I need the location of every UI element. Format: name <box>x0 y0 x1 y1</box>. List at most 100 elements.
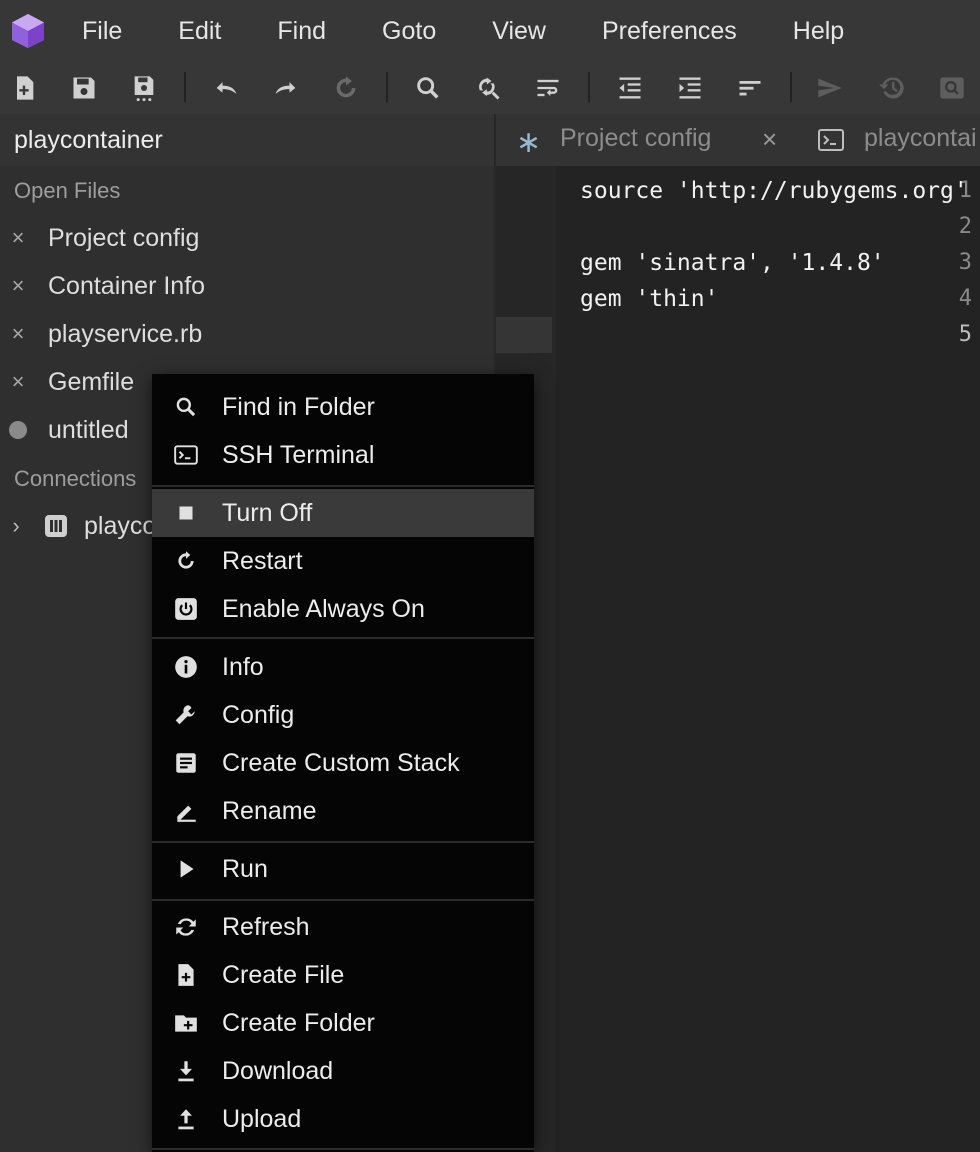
line-number: 4 <box>958 286 972 311</box>
history-icon[interactable] <box>876 72 908 104</box>
menu-separator <box>152 485 534 487</box>
play-icon <box>172 855 200 883</box>
menu-goto[interactable]: Goto <box>354 0 464 62</box>
project-header: playcontainer <box>0 114 494 166</box>
context-menu: Find in Folder SSH Terminal Turn Off Res… <box>152 374 534 1152</box>
toolbar-separator <box>588 72 590 102</box>
menu-find[interactable]: Find <box>249 0 354 62</box>
list-icon <box>172 749 200 777</box>
app-logo-icon <box>12 14 44 48</box>
tab-bar: ∗ Project config × playcontai <box>494 114 980 166</box>
undo-icon[interactable] <box>210 72 242 104</box>
open-file-label: Project config <box>48 223 200 252</box>
stop-icon <box>172 499 200 527</box>
menu-edit[interactable]: Edit <box>150 0 249 62</box>
redo-icon[interactable] <box>270 72 302 104</box>
menu-item-label: Rename <box>222 796 317 825</box>
menu-item-label: Turn Off <box>222 498 313 527</box>
menu-ssh-terminal[interactable]: SSH Terminal <box>152 431 534 479</box>
menu-rename[interactable]: Rename <box>152 787 534 835</box>
open-file-item[interactable]: × Project config <box>0 214 494 262</box>
sort-icon[interactable] <box>734 72 766 104</box>
save-icon[interactable] <box>68 72 100 104</box>
tab-project-config[interactable]: Project config <box>560 124 711 153</box>
menu-create-file[interactable]: Create File <box>152 951 534 999</box>
container-icon <box>45 515 67 537</box>
search-icon <box>172 393 200 421</box>
connection-label: playco <box>84 511 157 540</box>
info-icon <box>172 653 200 681</box>
toolbar-separator <box>790 72 792 102</box>
chevron-right-icon[interactable]: › <box>0 513 32 539</box>
wrap-icon[interactable] <box>532 72 564 104</box>
menu-create-custom-stack[interactable]: Create Custom Stack <box>152 739 534 787</box>
connection-item[interactable]: › playco <box>0 502 156 550</box>
menu-separator <box>152 637 534 639</box>
code-line[interactable]: source 'http://rubygems.org' <box>580 178 968 204</box>
search-icon[interactable] <box>412 72 444 104</box>
code-line[interactable]: gem 'sinatra', '1.4.8' <box>580 250 885 276</box>
menu-refresh[interactable]: Refresh <box>152 903 534 951</box>
menu-item-label: Enable Always On <box>222 594 425 623</box>
file-add-icon <box>172 961 200 989</box>
tab-playcontainer[interactable]: playcontai <box>864 124 977 153</box>
menu-upload[interactable]: Upload <box>152 1095 534 1143</box>
restart-icon <box>172 547 200 575</box>
code-editor[interactable]: 1 2 3 4 5 source 'http://rubygems.org' g… <box>496 166 980 1152</box>
close-icon[interactable]: × <box>0 273 36 299</box>
close-icon[interactable]: × <box>0 321 36 347</box>
modified-dot-icon <box>9 421 27 439</box>
open-file-label: Container Info <box>48 271 206 300</box>
indent-icon[interactable] <box>674 72 706 104</box>
menu-find-in-folder[interactable]: Find in Folder <box>152 383 534 431</box>
wrench-icon <box>172 701 200 729</box>
line-number: 2 <box>958 214 972 239</box>
terminal-icon <box>818 129 844 151</box>
close-icon[interactable]: × <box>0 369 36 395</box>
menu-enable-always-on[interactable]: Enable Always On <box>152 585 534 633</box>
close-icon[interactable]: × <box>0 225 36 251</box>
menu-info[interactable]: Info <box>152 643 534 691</box>
preview-icon[interactable] <box>936 72 968 104</box>
menu-help[interactable]: Help <box>765 0 872 62</box>
menu-separator <box>152 899 534 901</box>
menu-view[interactable]: View <box>464 0 574 62</box>
menu-item-label: Find in Folder <box>222 392 375 421</box>
replace-icon[interactable] <box>472 72 504 104</box>
terminal-icon <box>172 441 200 469</box>
menu-turn-off[interactable]: Turn Off <box>152 489 534 537</box>
asterisk-icon: ∗ <box>516 126 542 159</box>
menu-restart[interactable]: Restart <box>152 537 534 585</box>
open-file-item[interactable]: × Container Info <box>0 262 494 310</box>
reload-icon[interactable] <box>330 72 362 104</box>
toolbar <box>0 62 980 114</box>
line-number: 5 <box>958 322 972 347</box>
menu-bar: File Edit Find Goto View Preferences Hel… <box>0 0 980 62</box>
open-file-label: Gemfile <box>48 367 135 396</box>
menu-run[interactable]: Run <box>152 845 534 893</box>
menu-create-folder[interactable]: Create Folder <box>152 999 534 1047</box>
pencil-icon <box>172 797 200 825</box>
menu-item-label: Refresh <box>222 912 310 941</box>
menu-download[interactable]: Download <box>152 1047 534 1095</box>
save-all-icon[interactable] <box>128 72 160 104</box>
menu-item-label: Create File <box>222 960 345 989</box>
menu-item-label: Restart <box>222 546 303 575</box>
menu-item-label: Download <box>222 1056 334 1085</box>
close-icon[interactable]: × <box>762 124 777 155</box>
toolbar-separator <box>184 72 186 102</box>
menu-file[interactable]: File <box>82 0 150 62</box>
menu-separator <box>152 841 534 843</box>
code-line[interactable]: gem 'thin' <box>580 286 718 312</box>
open-file-label: untitled <box>48 415 129 444</box>
outdent-icon[interactable] <box>614 72 646 104</box>
new-file-icon[interactable] <box>8 72 40 104</box>
menu-config[interactable]: Config <box>152 691 534 739</box>
send-icon[interactable] <box>814 72 846 104</box>
download-icon <box>172 1057 200 1085</box>
menu-item-label: Create Custom Stack <box>222 748 460 777</box>
menu-preferences[interactable]: Preferences <box>574 0 765 62</box>
open-file-item[interactable]: × playservice.rb <box>0 310 494 358</box>
project-name: playcontainer <box>14 125 163 154</box>
menu-item-label: Create Folder <box>222 1008 375 1037</box>
